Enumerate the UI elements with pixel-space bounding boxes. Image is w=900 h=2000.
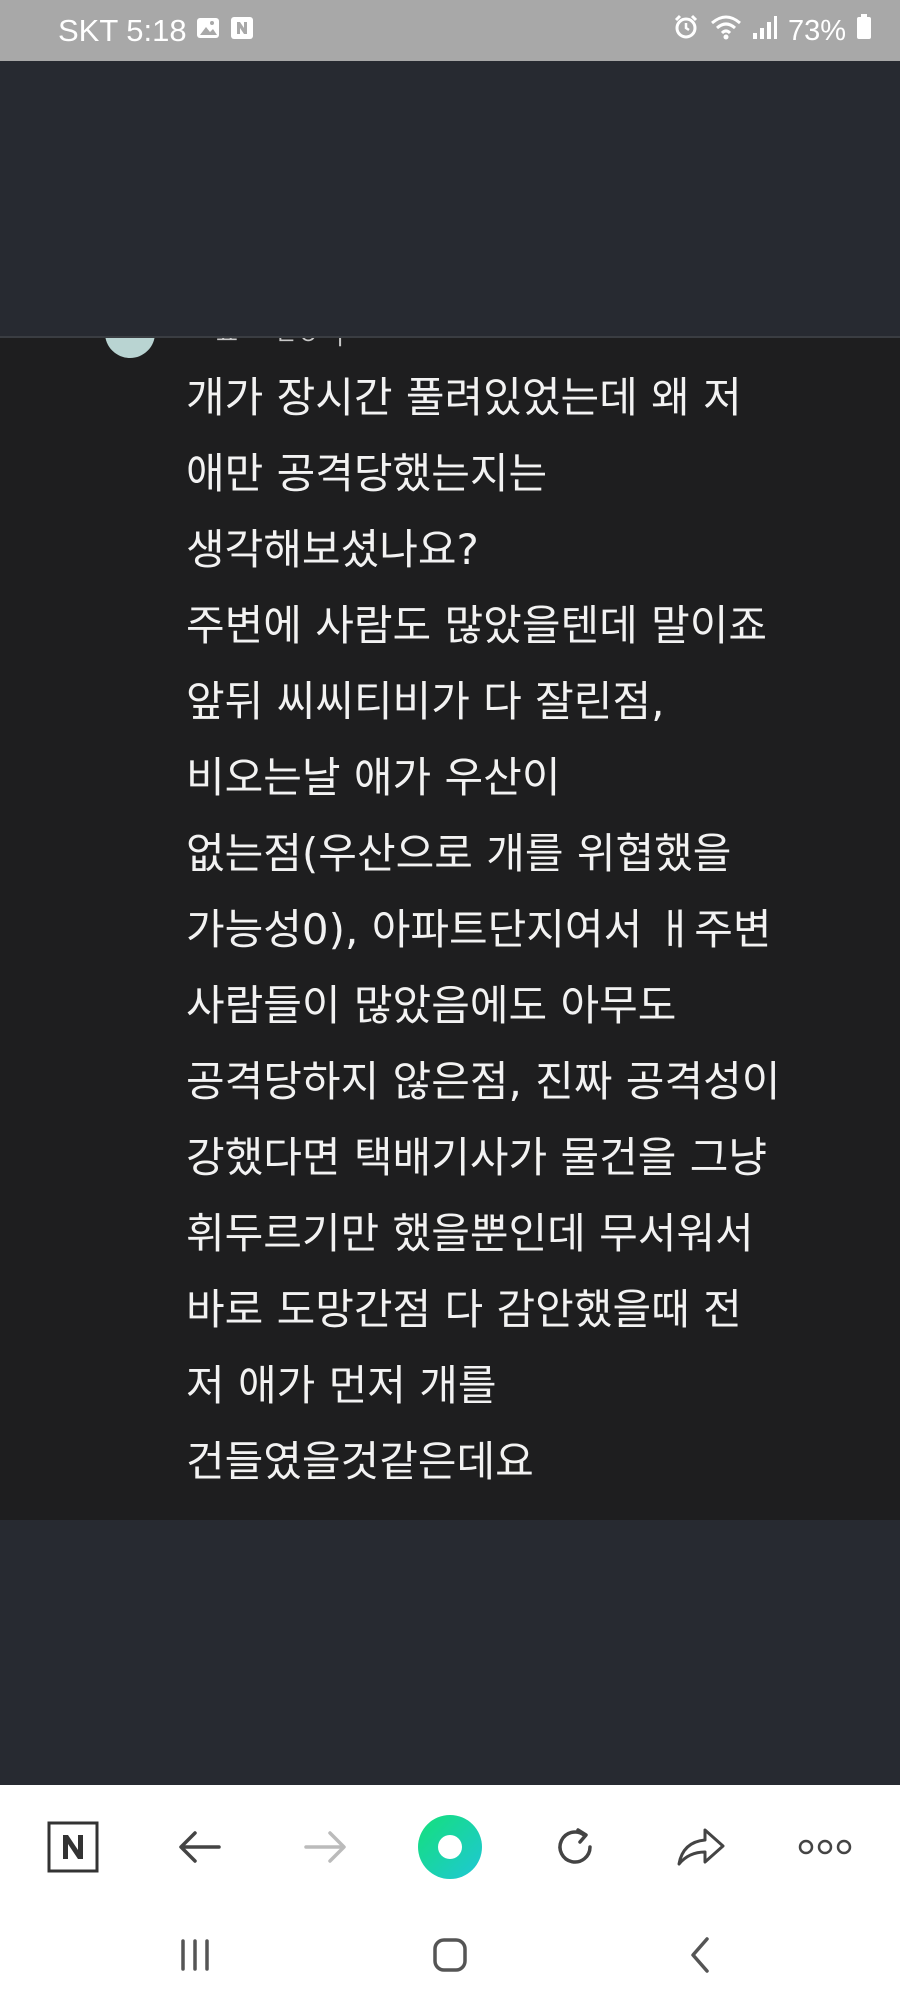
comment-meta: ㅡ ㅛ ㅡ ㄹㅇ ㅓㅡ ㅡ	[186, 338, 401, 350]
naver-home-icon[interactable]	[33, 1807, 113, 1887]
clock: 5:18	[126, 13, 187, 48]
comment-line: 애만 공격당했는지는	[186, 449, 548, 498]
alarm-icon	[672, 13, 700, 49]
comment-line: 주변에 사람도 많았을텐데 말이죠	[186, 601, 768, 650]
refresh-icon[interactable]	[535, 1807, 615, 1887]
comment-line: 생각해보셨나요?	[186, 525, 479, 574]
avatar[interactable]	[105, 338, 155, 358]
gallery-icon	[195, 13, 221, 49]
comment-line: 없는점(우산으로 개를 위협했을	[186, 829, 732, 878]
bottom-toolbar	[0, 1785, 900, 2000]
page-lower-area	[0, 1520, 900, 1785]
wifi-icon	[710, 13, 742, 49]
comment-line: 건들였을것같은데요	[186, 1437, 534, 1486]
carrier-label: SKT	[58, 13, 119, 48]
naver-app-icon	[229, 13, 255, 49]
comment-line: 바로 도망간점 다 감안했을때 전	[186, 1285, 742, 1334]
comment-card: ㅡ ㅛ ㅡ ㄹㅇ ㅓㅡ ㅡ 개가 장시간 풀려있었는데 왜 저 애만 공격당했는…	[0, 338, 900, 1520]
comment-line: 앞뒤 씨씨티비가 다 잘린점,	[186, 677, 665, 726]
comment-line: 개가 장시간 풀려있었는데 왜 저	[186, 373, 742, 422]
battery-icon	[856, 13, 872, 49]
status-right: 73%	[672, 14, 872, 48]
page-top-area	[0, 61, 900, 336]
share-icon[interactable]	[660, 1807, 740, 1887]
comment-line: 저 애가 먼저 개를	[186, 1361, 497, 1410]
comment-line: 사람들이 많았음에도 아무도	[186, 981, 677, 1030]
comment-body: 개가 장시간 풀려있었는데 왜 저 애만 공격당했는지는 생각해보셨나요? 주변…	[186, 360, 856, 1500]
recent-apps-icon[interactable]	[155, 1925, 235, 1985]
back-icon[interactable]	[660, 1925, 740, 1985]
signal-icon	[752, 13, 778, 49]
status-left: SKT 5:18	[58, 13, 255, 49]
comment-line: 공격당하지 않은점, 진짜 공격성이	[186, 1057, 781, 1106]
battery-percent: 73%	[787, 14, 846, 47]
green-dot-icon[interactable]	[410, 1807, 490, 1887]
comment-line: 비오는날 애가 우산이	[186, 753, 561, 802]
status-bar: SKT 5:18 73%	[0, 0, 900, 61]
forward-arrow-icon[interactable]	[285, 1807, 365, 1887]
comment-line: 가능성0), 아파트단지여서 ㅐ주변	[186, 905, 772, 954]
comment-line: 강했다면 택배기사가 물건을 그냥	[186, 1133, 768, 1182]
comment-line: 휘두르기만 했을뿐인데 무서워서	[186, 1209, 754, 1258]
home-icon[interactable]	[410, 1925, 490, 1985]
back-arrow-icon[interactable]	[160, 1807, 240, 1887]
more-icon[interactable]	[785, 1807, 865, 1887]
